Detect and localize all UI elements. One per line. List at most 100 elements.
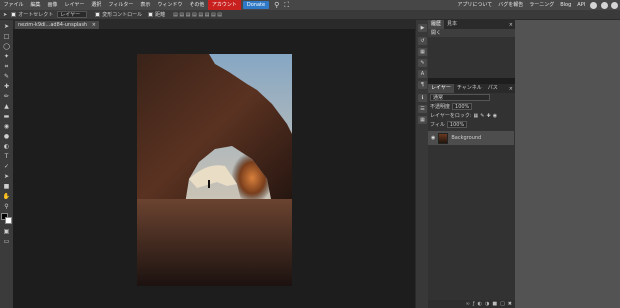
close-icon[interactable]: × <box>92 22 96 28</box>
account-button[interactable]: アカウント <box>207 0 241 10</box>
layer-row[interactable]: ◉ Background <box>428 131 514 145</box>
move-tool-icon[interactable]: ➤ <box>2 23 11 30</box>
properties-icon[interactable]: ☰ <box>418 105 427 113</box>
canvas-photo[interactable] <box>137 54 292 286</box>
eyedropper-tool-icon[interactable]: ✎ <box>2 73 11 80</box>
reddit-icon[interactable] <box>590 1 598 9</box>
swatches-icon[interactable]: ▦ <box>418 48 427 56</box>
healing-tool-icon[interactable]: ✚ <box>2 83 11 90</box>
blend-mode-select[interactable]: 通常 <box>430 94 490 101</box>
folder-icon[interactable]: ■ <box>492 301 497 307</box>
layer-select-dropdown[interactable]: レイヤー <box>57 11 88 18</box>
blur-tool-icon[interactable]: ● <box>2 133 11 140</box>
eraser-tool-icon[interactable]: ▬ <box>2 113 11 120</box>
new-layer-icon[interactable]: □ <box>500 301 505 307</box>
hand-tool-icon[interactable]: ✋ <box>2 193 11 200</box>
link-icon[interactable]: ∞ <box>466 301 470 307</box>
autoselect-checkbox[interactable] <box>11 12 17 17</box>
document-tab[interactable]: nezim-k9di...ad84-unsplash × <box>15 21 99 29</box>
menu-report-bug[interactable]: バグを報告 <box>495 0 526 10</box>
donate-button[interactable]: Donate <box>242 1 270 9</box>
menu-filter[interactable]: フィルター <box>105 0 137 10</box>
layer-thumbnail <box>438 132 449 144</box>
lock-transparency-icon[interactable]: ▦ <box>474 113 479 119</box>
tab-history[interactable]: 履歴 <box>428 20 445 29</box>
move-tool-indicator: ➤ <box>3 11 8 18</box>
lasso-tool-icon[interactable]: ◯ <box>2 43 11 50</box>
info-icon[interactable]: ℹ <box>418 94 427 102</box>
shape-tool-icon[interactable]: ■ <box>2 183 11 190</box>
marquee-tool-icon[interactable]: □ <box>2 33 11 40</box>
history-item[interactable]: 開く <box>428 29 515 37</box>
menu-blog[interactable]: Blog <box>557 0 574 10</box>
search-icon[interactable]: ⚲ <box>274 1 279 9</box>
crop-tool-icon[interactable]: ⌗ <box>2 63 11 70</box>
collapse-icon[interactable]: ▶ <box>418 24 427 32</box>
layers-panel: レイヤー チャンネル パス × 通常 不透明度 100% レイヤーをロック: ▦… <box>428 84 515 308</box>
menu-layer[interactable]: レイヤー <box>61 0 88 10</box>
paragraph-icon[interactable]: ¶ <box>418 81 427 89</box>
lock-all-icon[interactable]: ◉ <box>493 113 497 119</box>
trash-icon[interactable]: ✖ <box>508 301 512 307</box>
quick-mask-icon[interactable]: ▣ <box>2 228 11 235</box>
path-select-tool-icon[interactable]: ➤ <box>2 173 11 180</box>
opacity-label: 不透明度 <box>430 104 451 110</box>
close-icon[interactable]: × <box>509 86 513 92</box>
menu-view[interactable]: 表示 <box>137 0 154 10</box>
layers-footer: ∞ ƒ ◐ ◑ ■ □ ✖ <box>428 300 515 308</box>
magic-wand-tool-icon[interactable]: ✦ <box>2 53 11 60</box>
brush-tool-icon[interactable]: ✏ <box>2 93 11 100</box>
lock-position-icon[interactable]: ✚ <box>486 113 490 119</box>
screen-mode-icon[interactable]: ▭ <box>2 238 11 245</box>
background-color-swatch[interactable] <box>5 217 12 224</box>
lock-row: レイヤーをロック: ▦ ✎ ✚ ◉ <box>428 111 515 120</box>
fill-input[interactable]: 100% <box>446 121 468 128</box>
zoom-tool-icon[interactable]: ⚲ <box>2 203 11 210</box>
paint-bucket-tool-icon[interactable]: ◉ <box>2 123 11 130</box>
autoselect-option[interactable]: オートセレクト <box>11 11 53 18</box>
character-icon[interactable]: A <box>418 70 427 78</box>
menu-edit[interactable]: 編集 <box>27 0 44 10</box>
clone-stamp-tool-icon[interactable]: ▲ <box>2 103 11 110</box>
menu-more[interactable]: その他 <box>186 0 208 10</box>
history-icon[interactable]: ↺ <box>418 37 427 45</box>
menu-window[interactable]: ウィンドウ <box>154 0 186 10</box>
visibility-eye-icon[interactable]: ◉ <box>431 135 435 141</box>
dodge-tool-icon[interactable]: ◐ <box>2 143 11 150</box>
mask-icon[interactable]: ◐ <box>478 301 482 307</box>
css-icon[interactable]: ▦ <box>418 116 427 124</box>
fx-icon[interactable]: ƒ <box>473 301 475 307</box>
adjustment-icon[interactable]: ◑ <box>485 301 489 307</box>
autoselect-label: オートセレクト <box>18 12 54 18</box>
options-bar: ➤ オートセレクト レイヤー 変形コントロール 距離 ▤ ▤ ▤ ▤ ▤ ▤ ▤… <box>0 10 620 20</box>
menu-about[interactable]: アプリについて <box>454 0 495 10</box>
tab-paths[interactable]: パス <box>485 84 501 93</box>
brush-settings-icon[interactable]: ✎ <box>418 59 427 67</box>
pen-tool-icon[interactable]: ✓ <box>2 163 11 170</box>
layers-tabs: レイヤー チャンネル パス × <box>428 84 515 93</box>
transform-checkbox[interactable] <box>95 12 101 17</box>
text-tool-icon[interactable]: T <box>2 153 11 160</box>
fullscreen-icon[interactable]: ⛶ <box>284 1 289 10</box>
menu-file[interactable]: ファイル <box>0 0 27 10</box>
distance-option[interactable]: 距離 <box>148 11 165 18</box>
menu-learning[interactable]: ラーニング <box>526 0 557 10</box>
lock-image-icon[interactable]: ✎ <box>480 113 484 119</box>
opacity-row: 不透明度 100% <box>428 102 515 111</box>
distance-checkbox[interactable] <box>148 12 154 17</box>
close-icon[interactable]: × <box>509 22 513 28</box>
menu-bar: ファイル 編集 画像 レイヤー 選択 フィルター 表示 ウィンドウ その他 アカ… <box>0 0 620 10</box>
ground-region <box>137 199 292 286</box>
transform-control-option[interactable]: 変形コントロール <box>95 11 142 18</box>
history-tabs: 履歴 見本 × <box>428 20 515 29</box>
tab-channels[interactable]: チャンネル <box>454 84 485 93</box>
menu-api[interactable]: API <box>574 0 588 10</box>
menu-select[interactable]: 選択 <box>88 0 105 10</box>
tab-swatches[interactable]: 見本 <box>444 20 460 29</box>
opacity-input[interactable]: 100% <box>452 103 473 110</box>
menu-image[interactable]: 画像 <box>44 0 61 10</box>
align-icons[interactable]: ▤ ▤ ▤ ▤ ▤ ▤ ▤ ▤ <box>173 12 222 18</box>
facebook-icon[interactable] <box>611 1 619 9</box>
twitter-icon[interactable] <box>600 1 608 9</box>
tab-layers[interactable]: レイヤー <box>428 84 454 93</box>
